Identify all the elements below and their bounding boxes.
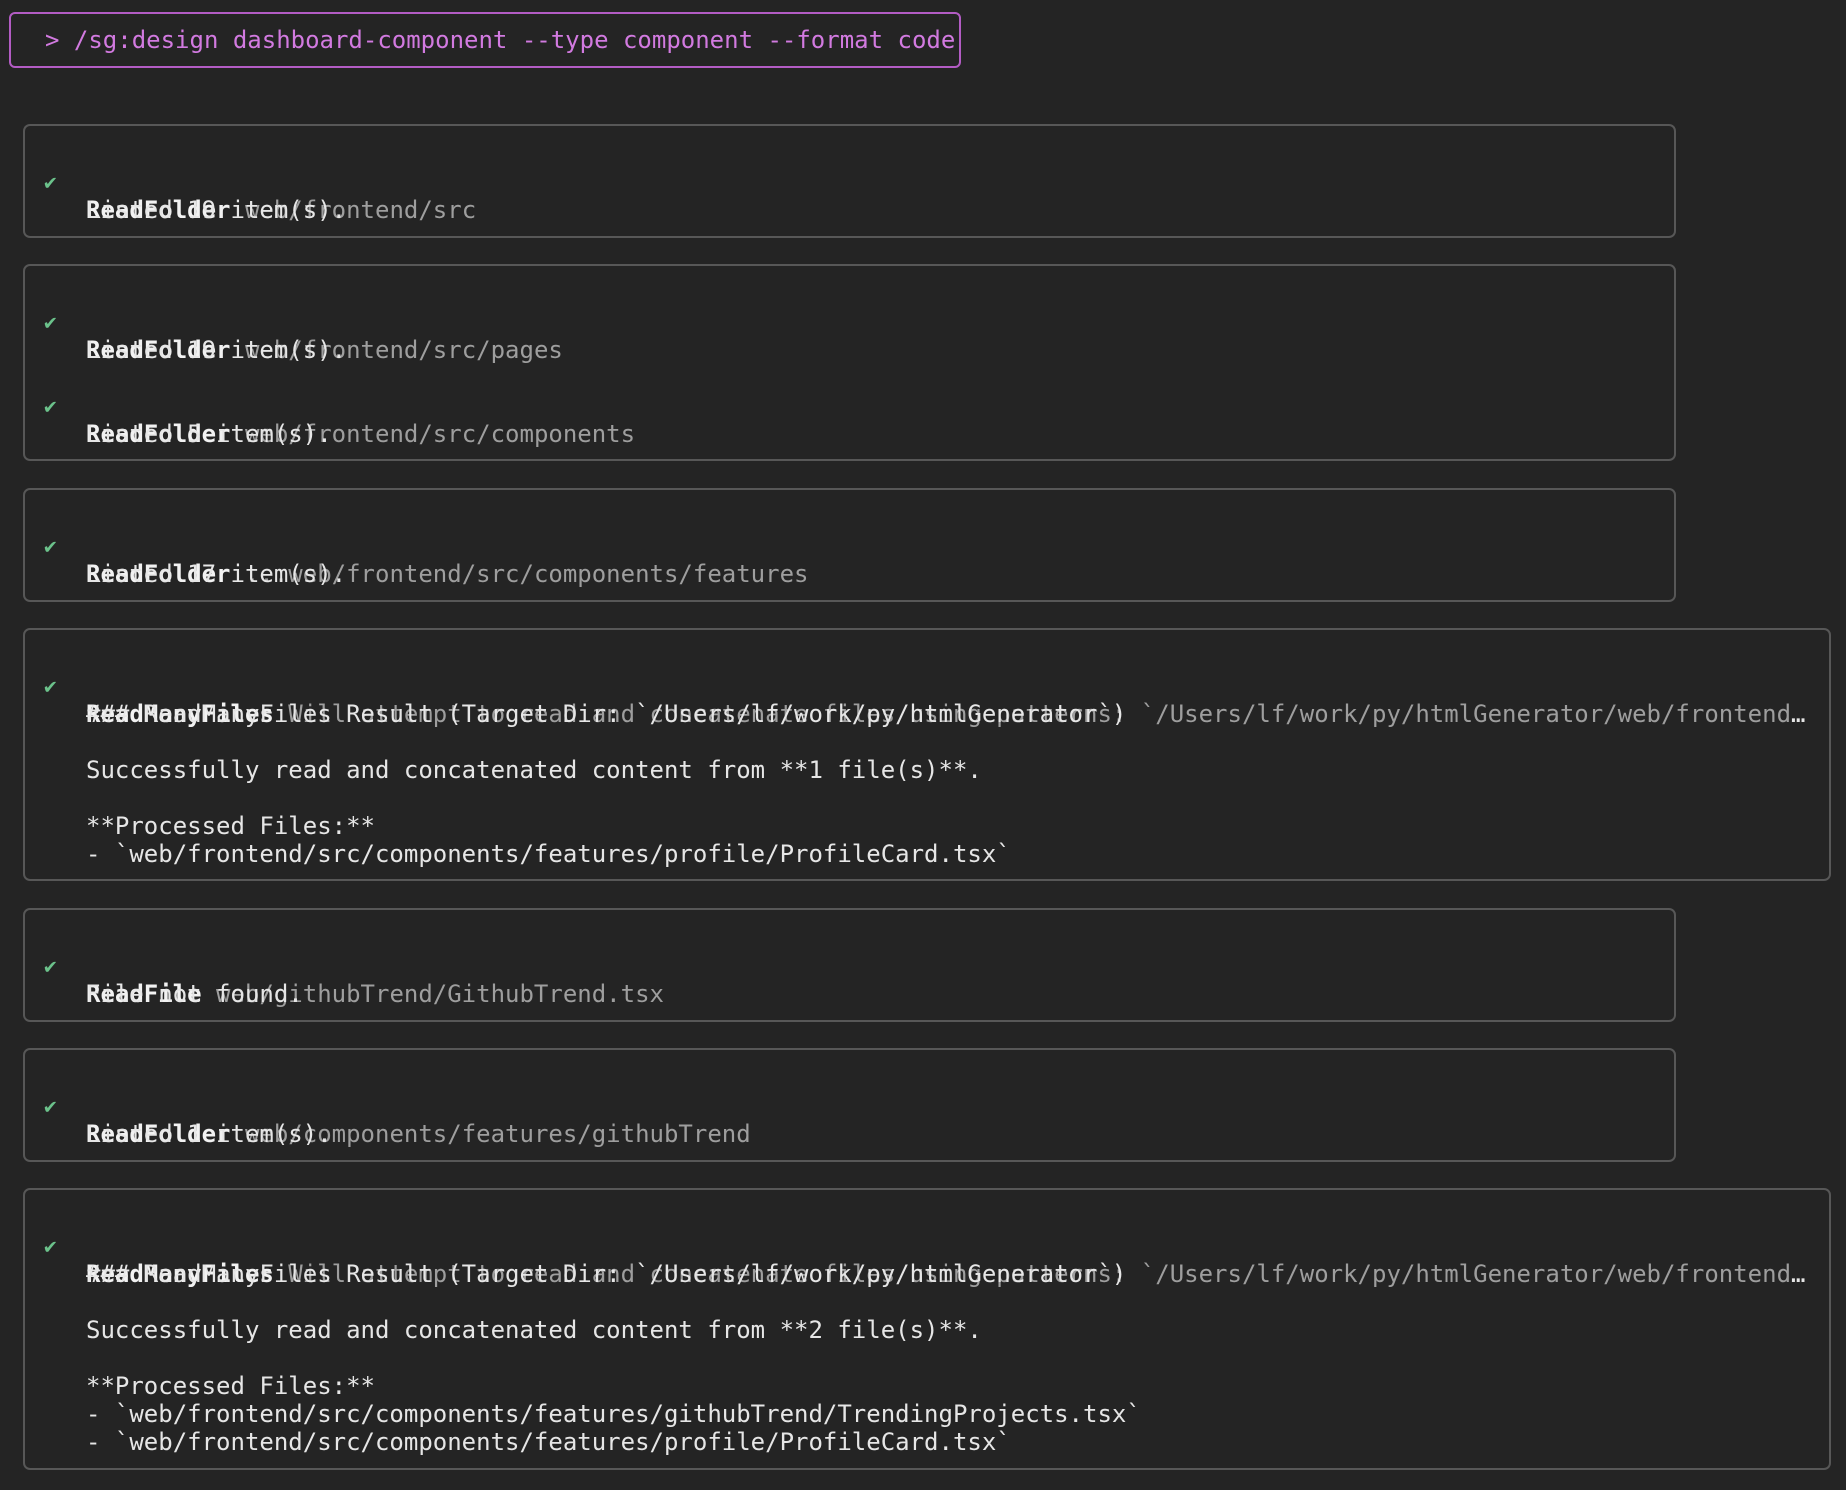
tool-call-block: ✔ ReadFolder web/frontend/src Listed 19 …: [23, 124, 1676, 238]
tool-output: Listed 5 item(s).: [86, 420, 332, 448]
tool-output: Successfully read and concatenated conte…: [86, 756, 982, 784]
tool-call-block: ✔ ReadManyFiles Will attempt to read and…: [23, 1188, 1831, 1470]
tool-output: - `web/frontend/src/components/features/…: [86, 840, 1011, 868]
tool-call-block: ✔ ReadFolder ...web/frontend/src/compone…: [23, 488, 1676, 602]
tool-call-block: ✔ ReadFile web/githubTrend/GithubTrend.t…: [23, 908, 1676, 1022]
tool-call-block: ✔ ReadFolder web/components/features/git…: [23, 1048, 1676, 1162]
command-prompt[interactable]: > /sg:design dashboard-component --type …: [9, 12, 961, 68]
success-check-icon: ✔: [44, 674, 57, 698]
tool-output: **Processed Files:**: [86, 1372, 375, 1400]
tool-call-block: ✔ ReadFolder web/frontend/src/pages List…: [23, 264, 1676, 461]
tool-output: ### ReadManyFiles Result (Target Dir: `/…: [86, 1260, 1127, 1288]
tool-output: File not found.: [86, 980, 303, 1008]
tool-call-block: ✔ ReadManyFiles Will attempt to read and…: [23, 628, 1831, 881]
success-check-icon: ✔: [44, 170, 57, 194]
success-check-icon: ✔: [44, 534, 57, 558]
tool-output: Successfully read and concatenated conte…: [86, 1316, 982, 1344]
tool-output: Listed 1 item(s).: [86, 1120, 332, 1148]
tool-output: Listed 19 item(s).: [86, 196, 347, 224]
success-check-icon: ✔: [44, 310, 57, 334]
tool-output: **Processed Files:**: [86, 812, 375, 840]
tool-output: - `web/frontend/src/components/features/…: [86, 1400, 1141, 1428]
success-check-icon: ✔: [44, 394, 57, 418]
tool-output: Listed 17 item(s).: [86, 560, 347, 588]
tool-output: Listed 19 item(s).: [86, 336, 347, 364]
success-check-icon: ✔: [44, 954, 57, 978]
success-check-icon: ✔: [44, 1094, 57, 1118]
success-check-icon: ✔: [44, 1234, 57, 1258]
tool-output: - `web/frontend/src/components/features/…: [86, 1428, 1011, 1456]
tool-output: ### ReadManyFiles Result (Target Dir: `/…: [86, 700, 1127, 728]
